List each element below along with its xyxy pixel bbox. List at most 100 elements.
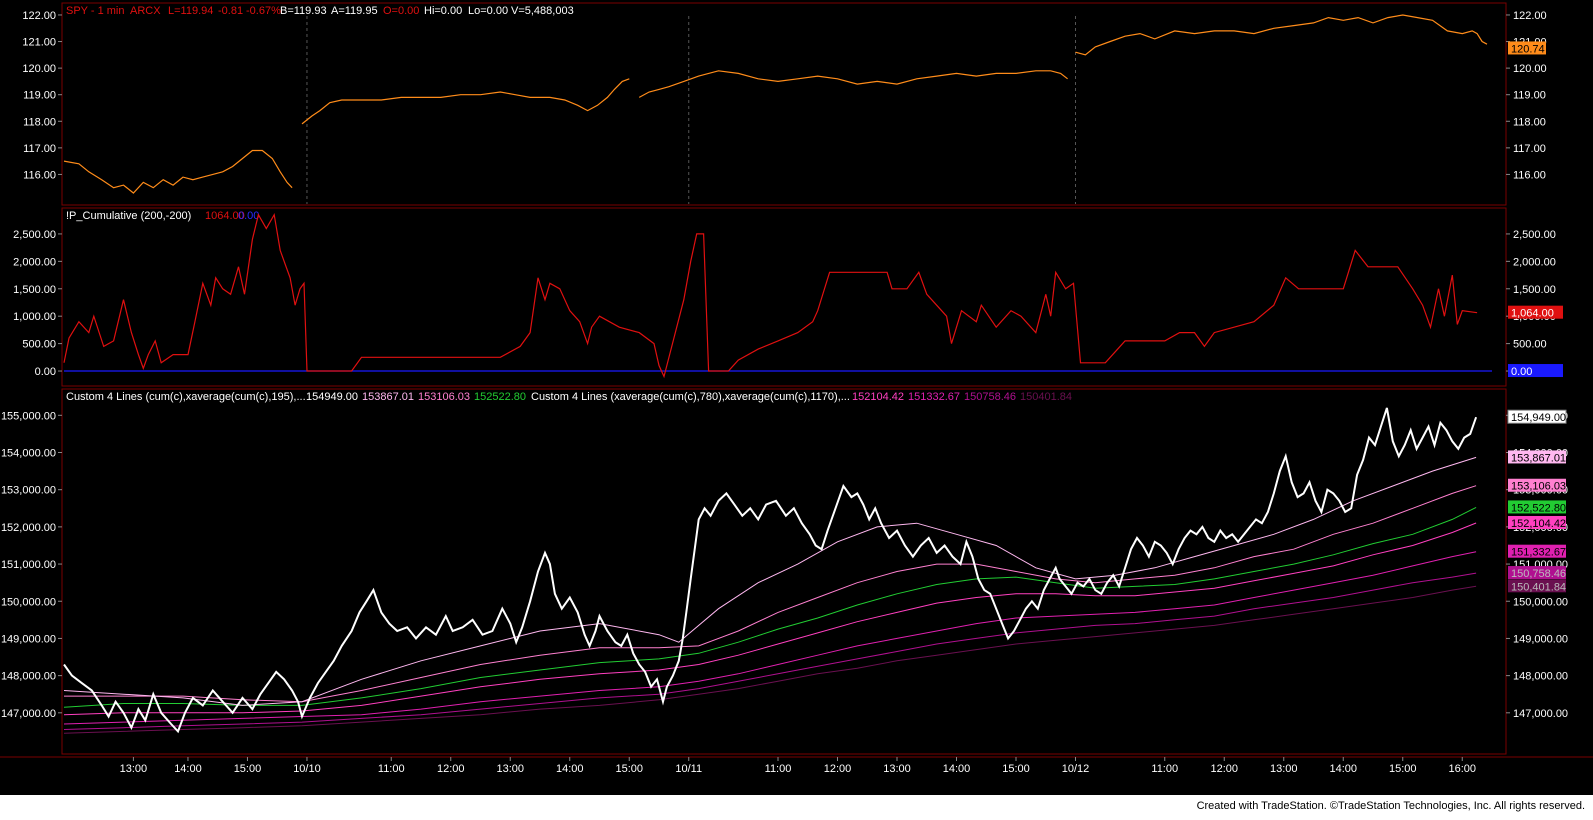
cum-axis-tick-label-left: 2,000.00 (13, 256, 56, 268)
price-axis-tick-label-right: 117.00 (1513, 143, 1546, 155)
cum-axis-tick-label-left: 500.00 (22, 339, 56, 351)
time-tick-label: 16:00 (1448, 763, 1476, 775)
cum-value-tag: 1,064.00 (1511, 308, 1554, 320)
time-tick-label: 15:00 (234, 763, 262, 775)
price-last-tag: 120.74 (1511, 43, 1545, 55)
time-tick-label: 12:00 (824, 763, 852, 775)
price-axis-tick-label-left: 119.00 (23, 90, 56, 102)
lines-name-2: Custom 4 Lines (xaverage(cum(c),780),xav… (531, 391, 850, 403)
lines-axis-tick-label-right: 149,000.00 (1513, 633, 1568, 645)
ema195-line (63, 456, 1477, 706)
time-tick-label: 11:00 (1151, 763, 1178, 775)
lines-axis-tick-label-right: 147,000.00 (1513, 708, 1568, 720)
lines-value-tag: 154,949.00 (1511, 412, 1566, 424)
price-axis-tick-label-left: 121.00 (22, 37, 56, 49)
price-ask: A=119.95 (331, 5, 378, 17)
lines-value-3: 153106.03 (418, 391, 470, 403)
lines-value-1: 154949.00 (306, 391, 358, 403)
lines-axis-tick-label-left: 151,000.00 (1, 559, 56, 571)
time-tick-label: 10/12 (1062, 763, 1090, 775)
panel-frames (0, 2, 1593, 758)
lines-value-tag: 152,104.42 (1511, 518, 1566, 530)
cum-axis-tick-label-right: 2,500.00 (1513, 229, 1556, 241)
cum-axis-tick-label-left: 0.00 (35, 366, 56, 378)
time-tick-label: 14:00 (174, 763, 202, 775)
price-axis-tick-label-right: 118.00 (1513, 116, 1546, 128)
lines-value-4: 152522.80 (474, 391, 526, 403)
time-tick-label: 13:00 (883, 763, 911, 775)
time-tick-label: 14:00 (1329, 763, 1357, 775)
price-line-segment (63, 149, 293, 194)
lines-value-7: 150758.46 (964, 391, 1016, 403)
cum-header: !P_Cumulative (200,-200) 1064.00 0.00 (66, 210, 259, 222)
lines-axis-tick-label-left: 152,000.00 (1, 522, 56, 534)
lines-axis-tick-label-right: 148,000.00 (1513, 671, 1568, 683)
time-tick-label: 15:00 (615, 763, 643, 775)
footer-credit: Created with TradeStation. ©TradeStation… (1196, 800, 1585, 812)
lines-value-tag: 152,522.80 (1511, 502, 1566, 514)
time-tick-label: 15:00 (1002, 763, 1030, 775)
lines-axis-tick-label-left: 147,000.00 (1, 708, 56, 720)
lines-axis-tick-label-right: 150,000.00 (1513, 596, 1568, 608)
lines-value-2: 153867.01 (362, 391, 414, 403)
lines-value-tag: 153,106.03 (1511, 481, 1566, 493)
time-tick-label: 10/11 (675, 763, 702, 775)
price-symbol: SPY - 1 min (66, 5, 125, 17)
time-tick-label: 13:00 (120, 763, 148, 775)
lines-axis-tick-label-left: 150,000.00 (1, 596, 56, 608)
panel-frame (61, 388, 1507, 755)
price-hi: Hi=0.00 (424, 5, 462, 17)
time-tick-label: 12:00 (1210, 763, 1238, 775)
lines-value-tag: 153,867.01 (1511, 452, 1566, 464)
cum-axis-tick-label-left: 1,500.00 (13, 284, 56, 296)
price-axis-tick-label-left: 117.00 (23, 143, 56, 155)
price-exchange: ARCX (130, 5, 161, 17)
cum-axis-tick-label-left: 1,000.00 (13, 311, 56, 323)
price-axis-tick-label-right: 119.00 (1513, 90, 1546, 102)
time-tick-label: 10/10 (293, 763, 321, 775)
price-bid: B=119.93 (280, 5, 327, 17)
cum-line (63, 212, 1478, 379)
lines-axis-tick-label-left: 154,000.00 (1, 448, 56, 460)
price-header: SPY - 1 min ARCX L=119.94 -0.81 -0.67% B… (66, 5, 574, 17)
time-tick-label: 13:00 (1270, 763, 1298, 775)
price-line-segment (301, 78, 630, 125)
lines-axis-tick-label-left: 153,000.00 (1, 485, 56, 497)
lines-axis-tick-label-left: 149,000.00 (1, 633, 56, 645)
cum-axis-tick-label-left: 2,500.00 (13, 229, 56, 241)
price-last: L=119.94 (168, 5, 213, 17)
plot-layer (63, 14, 1492, 734)
price-axis-tick-label-right: 116.00 (1513, 169, 1546, 181)
cum-zero-value: 0.00 (238, 210, 259, 222)
time-tick-label: 11:00 (378, 763, 405, 775)
time-tick-label: 14:00 (556, 763, 584, 775)
lines-value-tag: 150,758.46 (1511, 568, 1566, 580)
lines-axis-tick-label-left: 148,000.00 (1, 671, 56, 683)
price-axis-tick-label-left: 120.00 (22, 63, 56, 75)
price-line-segment (1075, 14, 1488, 56)
lines-header: Custom 4 Lines (cum(c),xaverage(cum(c),1… (66, 391, 1072, 403)
time-tick-label: 12:00 (437, 763, 465, 775)
price-lo: Lo=0.00 (468, 5, 508, 17)
panel-frame (61, 207, 1507, 387)
lines-value-5: 152104.42 (852, 391, 904, 403)
lines-axis-tick-label-left: 155,000.00 (1, 410, 56, 422)
cum-axis-tick-label-right: 500.00 (1513, 339, 1547, 351)
lines-value-tag: 150,401.84 (1511, 581, 1566, 593)
time-tick-label: 14:00 (943, 763, 971, 775)
price-open: O=0.00 (383, 5, 419, 17)
cum-axis-tick-label-right: 2,000.00 (1513, 256, 1556, 268)
price-axis-tick-label-right: 122.00 (1513, 10, 1547, 22)
price-axis-tick-label-left: 118.00 (23, 116, 56, 128)
cum-axis-tick-label-right: 1,500.00 (1513, 284, 1556, 296)
price-axis-tick-label-right: 120.00 (1513, 63, 1547, 75)
price-axis-tick-label-left: 122.00 (22, 10, 56, 22)
lines-value-tag: 151,332.67 (1511, 547, 1566, 559)
time-tick-label: 13:00 (496, 763, 524, 775)
cum-zero-tag: 0.00 (1511, 366, 1532, 378)
panel-frame (61, 2, 1507, 206)
footer-bar: Created with TradeStation. ©TradeStation… (0, 795, 1593, 820)
price-axis-tick-label-left: 116.00 (23, 169, 56, 181)
cum-name: !P_Cumulative (200,-200) (66, 210, 191, 222)
lines-value-6: 151332.67 (908, 391, 960, 403)
